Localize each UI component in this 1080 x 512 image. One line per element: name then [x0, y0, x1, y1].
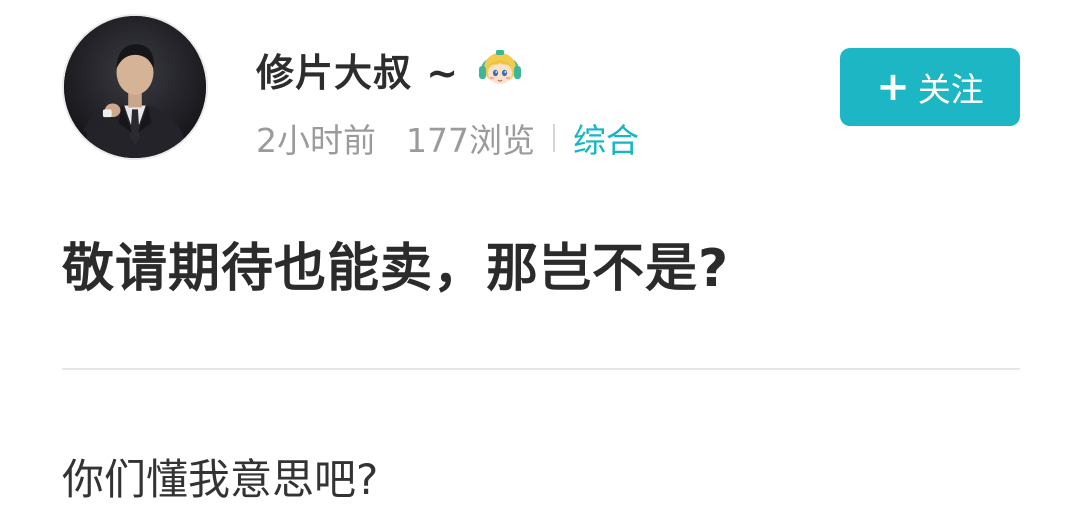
person-portrait-avatar-icon	[64, 16, 206, 158]
follow-button-label: 关注	[917, 70, 984, 109]
post-time: 2小时前	[256, 121, 376, 160]
post-meta: 2小时前 177浏览 综合	[256, 116, 639, 160]
view-count: 177浏览	[406, 121, 535, 160]
cartoon-girl-level-badge-icon	[475, 44, 525, 94]
divider	[62, 368, 1020, 370]
post-title: 敬请期待也能卖，那岂不是?	[62, 239, 730, 299]
follow-button[interactable]: + 关注	[840, 48, 1020, 126]
post-body: 你们懂我意思吧?	[62, 455, 379, 504]
avatar[interactable]	[62, 14, 208, 160]
author-name[interactable]: 修片大叔 ~	[256, 42, 459, 97]
meta-divider	[553, 124, 555, 152]
author-header: 修片大叔 ~ 2小时前 177浏览 综合 + 关注	[62, 14, 1022, 164]
author-name-row: 修片大叔 ~	[256, 42, 525, 96]
post-page: 修片大叔 ~ 2小时前 177浏览 综合 + 关注 敬请期待也能卖，那岂不是? …	[0, 0, 1080, 512]
category-link[interactable]: 综合	[573, 114, 639, 162]
plus-icon: +	[876, 64, 910, 110]
